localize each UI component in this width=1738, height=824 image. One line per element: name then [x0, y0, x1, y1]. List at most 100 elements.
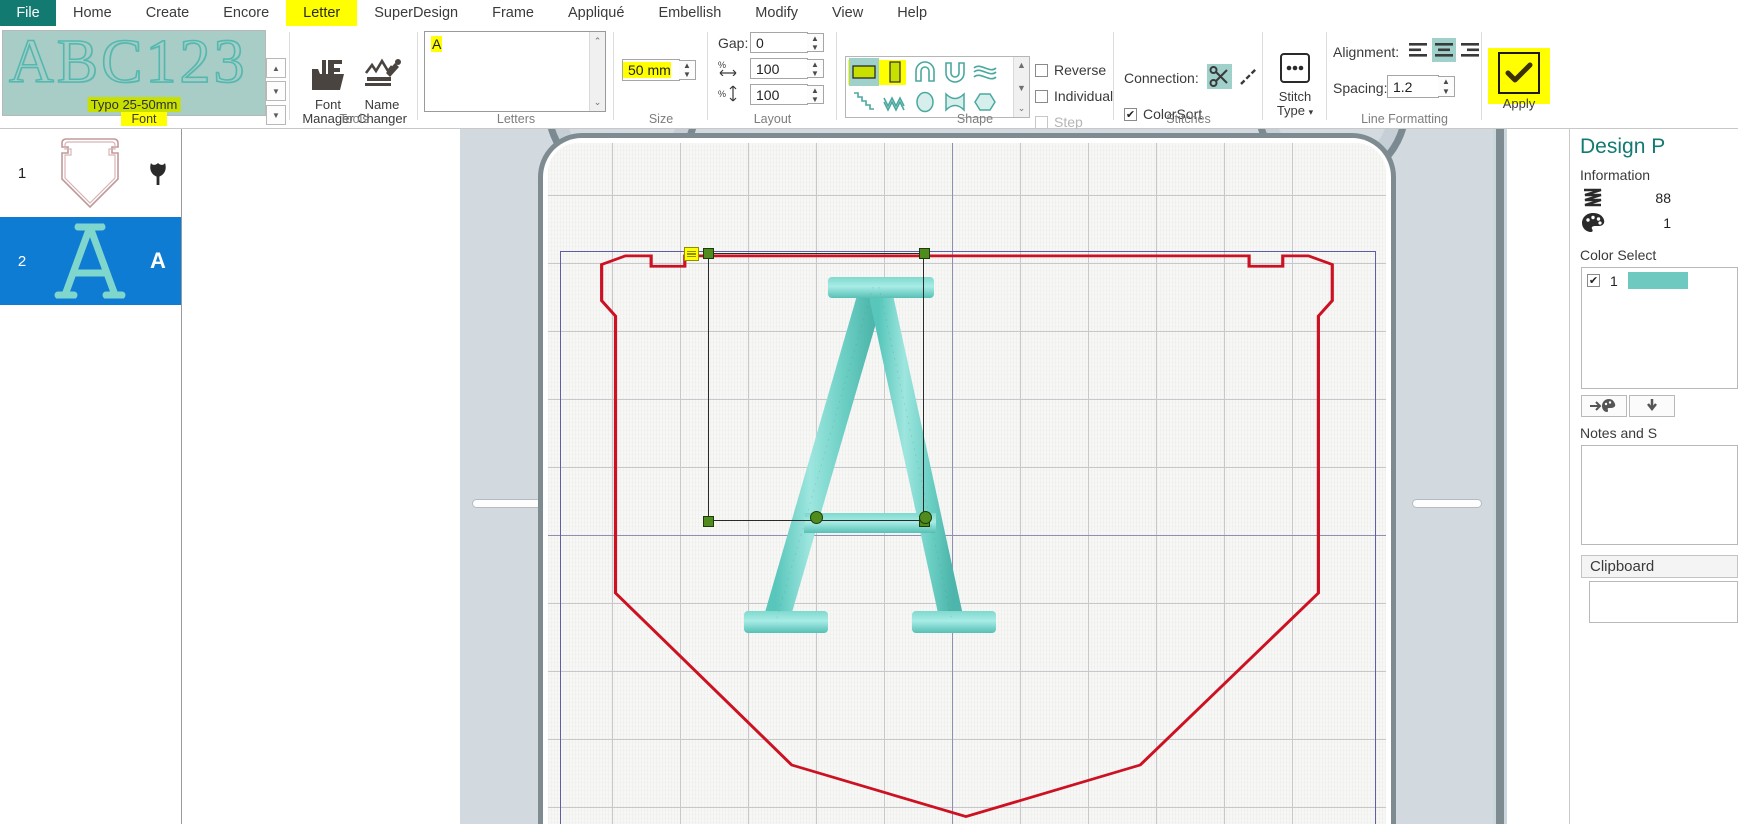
font-preview-letters: ABC123	[8, 30, 248, 97]
menu-item-applique[interactable]: Appliqué	[551, 0, 641, 26]
design-list-row-2[interactable]: 2 A	[0, 217, 181, 305]
alignment-label: Alignment:	[1333, 44, 1400, 60]
shape-wave-double-icon[interactable]	[970, 58, 1000, 86]
menu-item-letter[interactable]: Letter	[286, 0, 358, 26]
shape-rectangle-icon[interactable]	[849, 58, 879, 86]
align-center-icon[interactable]	[1432, 38, 1456, 62]
menu-item-help[interactable]: Help	[880, 0, 944, 26]
apply-label: Apply	[1502, 96, 1536, 111]
reverse-checkbox[interactable]	[1035, 63, 1048, 77]
selection-handle-bottom-left[interactable]	[703, 516, 714, 527]
letters-scrollbar[interactable]: ⌃ ⌄	[589, 32, 605, 111]
apply-color-button[interactable]	[1581, 395, 1627, 417]
individual-checkbox[interactable]	[1035, 89, 1048, 103]
color-select-list[interactable]: ✔ 1	[1581, 267, 1738, 389]
selection-menu-handle[interactable]	[684, 247, 699, 261]
hoop-fabric-area	[548, 143, 1386, 824]
panel-title: Design P	[1580, 135, 1666, 158]
shape-scroll-down-icon[interactable]: ▼	[1014, 81, 1029, 95]
ribbon-separator-2	[417, 32, 418, 120]
ribbon-toolbar: ABC123 Typo 25-50mm ▲ ▼ ▼ Font Font Mana…	[0, 26, 1738, 130]
align-right-icon[interactable]	[1458, 38, 1482, 62]
color-count-row: 1	[1581, 211, 1738, 235]
menu-item-superdesign[interactable]: SuperDesign	[357, 0, 475, 26]
shape-scroll-up-icon[interactable]: ▲	[1014, 58, 1029, 72]
selection-bounding-box[interactable]	[708, 253, 924, 521]
letters-scroll-down-icon[interactable]: ⌄	[590, 95, 605, 109]
apply-button[interactable]: Apply	[1492, 52, 1546, 111]
letters-scroll-up-icon[interactable]: ⌃	[590, 34, 605, 48]
selection-handle-top-left[interactable]	[703, 248, 714, 259]
height-percent-input[interactable]: 100 ▲ ▼	[750, 84, 824, 105]
menu-item-encore[interactable]: Encore	[206, 0, 286, 26]
individual-checkbox-row[interactable]: Individual	[1035, 88, 1113, 104]
menu-item-modify[interactable]: Modify	[738, 0, 815, 26]
reverse-checkbox-row[interactable]: Reverse	[1035, 62, 1106, 78]
panel-left-blank-pane	[1509, 129, 1570, 824]
design-row-thumbnail-2	[44, 217, 135, 305]
menu-item-home[interactable]: Home	[56, 0, 129, 26]
design-row-thumbnail-1	[44, 129, 135, 217]
ribbon-group-label-stitches: Stitches	[1166, 112, 1211, 126]
color-swatch[interactable]	[1627, 272, 1688, 289]
height-percent-icon: %	[718, 85, 738, 105]
selection-handle-center-left[interactable]	[810, 511, 823, 524]
color-visible-checkbox[interactable]: ✔	[1587, 274, 1600, 287]
hoop-clamp-left	[472, 499, 542, 508]
width-percent-icon: %	[718, 59, 738, 79]
font-scroll-down-button[interactable]: ▼	[266, 81, 286, 101]
size-input[interactable]: 50 mm ▲ ▼	[622, 59, 696, 81]
menu-item-view[interactable]: View	[815, 0, 880, 26]
scissors-icon[interactable]	[1207, 64, 1232, 89]
size-spinner[interactable]: ▲ ▼	[679, 60, 696, 80]
selection-handle-top-right[interactable]	[919, 248, 930, 259]
panel-scroll-strip[interactable]	[1493, 129, 1507, 824]
stitch-type-button[interactable]: Stitch Type ▾	[1263, 46, 1327, 119]
shape-gallery-scrollbar[interactable]: ▲ ▼ ⌄	[1013, 57, 1029, 117]
spacing-spinner[interactable]: ▲ ▼	[1438, 76, 1455, 97]
design-properties-panel: Design P Information 88 1 Color Select ✔…	[1493, 129, 1738, 824]
width-percent-spinner[interactable]: ▲ ▼	[807, 59, 824, 78]
gap-input[interactable]: 0 ▲ ▼	[750, 32, 824, 53]
color-select-row-1[interactable]: ✔ 1	[1582, 268, 1737, 293]
ribbon-separator-6	[1113, 32, 1114, 120]
menu-item-embellish[interactable]: Embellish	[641, 0, 738, 26]
notes-textarea[interactable]	[1581, 445, 1738, 545]
stitch-type-icon	[1263, 46, 1327, 90]
spacing-label: Spacing:	[1333, 80, 1388, 96]
shape-vertical-bar-icon[interactable]	[880, 58, 910, 86]
shape-arch-icon[interactable]	[910, 58, 940, 86]
ribbon-group-letters: A ⌃ ⌄ Letters	[420, 26, 612, 128]
gap-spinner[interactable]: ▲ ▼	[807, 33, 824, 52]
ribbon-group-label-letters: Letters	[496, 112, 536, 126]
shape-gallery[interactable]: ▲ ▼ ⌄	[845, 56, 1030, 118]
letters-input[interactable]: A ⌃ ⌄	[424, 31, 606, 112]
chevron-down-icon[interactable]: ▾	[1309, 107, 1314, 117]
spacing-input[interactable]: 1.2 ▲ ▼	[1387, 75, 1455, 98]
ribbon-group-apply: Apply	[1484, 26, 1554, 128]
clipboard-header[interactable]: Clipboard	[1581, 555, 1738, 578]
svg-text:%: %	[718, 60, 726, 70]
download-color-button[interactable]	[1629, 395, 1675, 417]
menu-item-file[interactable]: File	[0, 0, 56, 26]
font-scroll-up-button[interactable]: ▲	[266, 58, 286, 78]
font-preview[interactable]: ABC123 Typo 25-50mm	[2, 30, 266, 116]
spacing-input-value: 1.2	[1393, 78, 1413, 95]
height-percent-spinner[interactable]: ▲ ▼	[807, 85, 824, 104]
design-row-number-1: 1	[17, 164, 27, 182]
shape-arch-down-icon[interactable]	[940, 58, 970, 86]
selection-handle-center-right[interactable]	[919, 511, 932, 524]
color-toolbar	[1581, 395, 1738, 417]
panel-scroll-thumb[interactable]	[1496, 129, 1504, 824]
running-stitch-icon[interactable]	[1236, 64, 1261, 89]
menu-item-create[interactable]: Create	[129, 0, 207, 26]
align-left-icon[interactable]	[1406, 38, 1430, 62]
design-canvas[interactable]	[182, 129, 1493, 824]
ribbon-group-label-tools: Tools	[339, 112, 369, 126]
width-percent-input[interactable]: 100 ▲ ▼	[750, 58, 824, 79]
clipboard-area[interactable]	[1589, 581, 1738, 623]
menu-item-frame[interactable]: Frame	[475, 0, 551, 26]
ribbon-separator-4	[707, 32, 708, 120]
ribbon-separator-8	[1326, 32, 1327, 120]
design-list-row-1[interactable]: 1	[0, 129, 181, 217]
